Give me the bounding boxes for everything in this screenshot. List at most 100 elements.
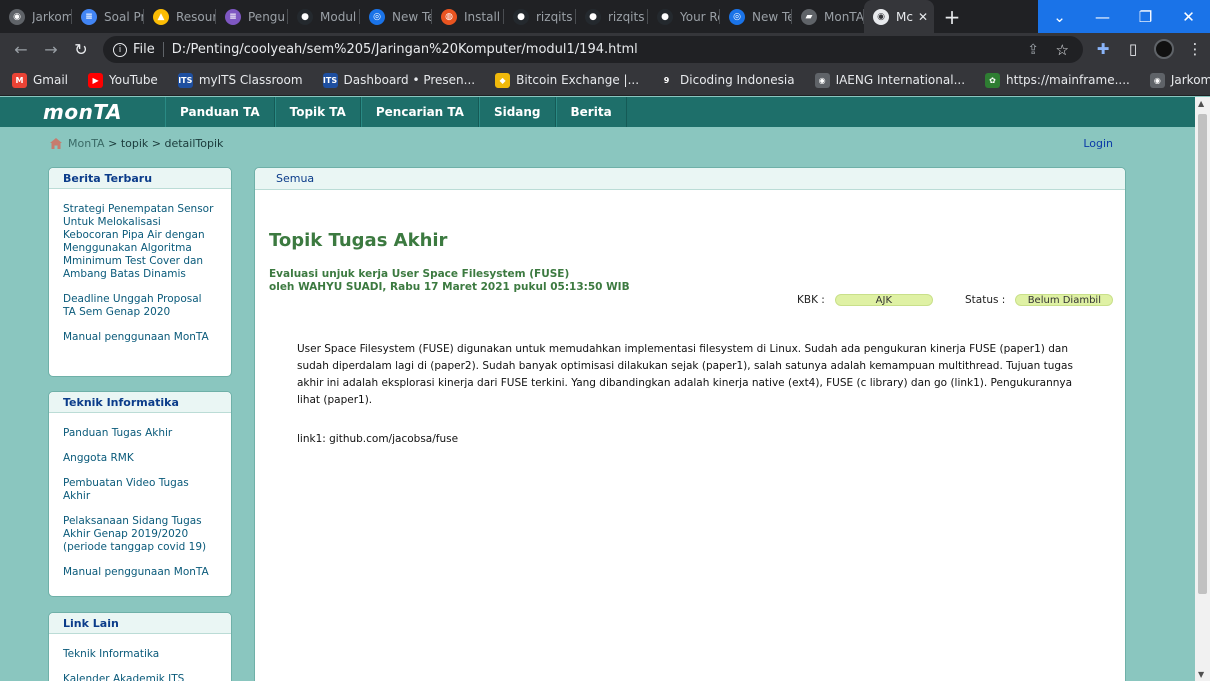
reload-icon[interactable]: ↻ <box>66 40 96 59</box>
tab-favicon-icon: ● <box>297 8 313 25</box>
omnibox[interactable]: i File D:/Penting/coolyeah/sem%205/Jarin… <box>103 36 1083 63</box>
browser-tab[interactable]: ● Your Re <box>648 0 720 33</box>
bookmark-item[interactable]: ITS myITS Classroom <box>177 72 303 88</box>
breadcrumb-home[interactable]: MonTA <box>68 137 105 150</box>
browser-tab[interactable]: ● Modul <box>288 0 360 33</box>
tab-title: New Te <box>392 9 432 24</box>
sidebar-link[interactable]: Teknik Informatika <box>63 648 217 661</box>
globe-icon: ◉ <box>873 8 889 25</box>
nav-item[interactable]: Pencarian TA <box>360 97 479 127</box>
profile-avatar-icon[interactable] <box>1154 39 1174 59</box>
sidebar-box: Link Lain Teknik Informatika Kalender Akad… <box>48 612 232 681</box>
bookmark-favicon-icon: ◉ <box>814 72 830 88</box>
page-scrollbar[interactable]: ▲ ▼ <box>1195 97 1210 681</box>
browser-tab[interactable]: ◎ New Te <box>720 0 792 33</box>
browser-tab[interactable]: ● rizqits <box>504 0 576 33</box>
side-panel-icon[interactable]: ▯ <box>1118 40 1148 58</box>
bookmark-item[interactable]: ◆ Bitcoin Exchange |... <box>495 72 639 88</box>
scroll-up-icon[interactable]: ▲ <box>1198 99 1204 108</box>
status-label: Status : <box>965 294 1006 306</box>
new-tab-button[interactable]: + <box>938 5 966 29</box>
sidebar-box: Teknik Informatika Panduan Tugas Akhir Ang… <box>48 391 232 597</box>
bookmark-item[interactable]: ✿ https://mainframe.... <box>985 72 1130 88</box>
tab-title: MonTA <box>824 9 864 24</box>
browser-tab[interactable]: ≡ Soal Pr <box>72 0 144 33</box>
bookmark-label: Dicoding Indonesia <box>680 73 795 87</box>
browser-tab[interactable]: ▰ MonTA <box>792 0 864 33</box>
sidebar-link[interactable]: Pembuatan Video Tugas Akhir <box>63 477 217 503</box>
tab-favicon-icon: ≡ <box>225 8 241 25</box>
bookmark-item[interactable]: ▶ YouTube <box>88 72 158 88</box>
nav-item[interactable]: Panduan TA <box>165 97 275 127</box>
browser-tab[interactable]: ◉ Jarkom <box>0 0 72 33</box>
tab-title: Pengu <box>248 9 286 24</box>
browser-tab[interactable]: ● rizqits <box>576 0 648 33</box>
nav-item[interactable]: Sidang <box>478 97 556 127</box>
reference-link: link1: github.com/jacobsa/fuse <box>297 433 459 445</box>
bookmark-item[interactable]: M Gmail <box>12 72 68 88</box>
bookmark-star-icon[interactable]: ☆ <box>1056 41 1069 59</box>
nav-item[interactable]: Berita <box>555 97 627 127</box>
bookmark-favicon-icon: ◉ <box>1149 72 1165 88</box>
kebab-menu-icon[interactable]: ⋮ <box>1180 40 1210 58</box>
topic-header: Evaluasi unjuk kerja User Space Filesyst… <box>269 268 630 294</box>
sidebar-link[interactable]: Anggota RMK <box>63 452 217 465</box>
bookmark-item[interactable]: 9 Dicoding Indonesia <box>659 72 795 88</box>
bookmark-label: https://mainframe.... <box>1006 73 1130 87</box>
scrollbar-thumb[interactable] <box>1198 114 1207 594</box>
sidebar-link[interactable]: Deadline Unggah Proposal TA Sem Genap 20… <box>63 293 217 319</box>
sidebar-link[interactable]: Manual penggunaan MonTA <box>63 566 217 579</box>
tab-favicon-icon: ◉ <box>9 8 25 25</box>
sidebar-link[interactable]: Panduan Tugas Akhir <box>63 427 217 440</box>
minimize-button[interactable]: — <box>1081 0 1124 33</box>
sidebar-link[interactable]: Kalender Akademik ITS <box>63 673 217 681</box>
tab-active[interactable]: ◉ Mc ✕ <box>864 0 934 33</box>
sidebar-box-title: Link Lain <box>49 613 231 634</box>
nav-item[interactable]: Topik TA <box>274 97 361 127</box>
tab-title: Modul <box>320 9 357 24</box>
window-controls: ⌄ — ❐ ✕ <box>1038 0 1210 33</box>
sidebar-box-title: Berita Terbaru <box>49 168 231 189</box>
close-window-button[interactable]: ✕ <box>1167 0 1210 33</box>
forward-icon[interactable]: → <box>36 40 66 59</box>
breadcrumb-separator: > <box>104 137 121 150</box>
info-icon[interactable]: i <box>113 42 127 57</box>
bookmark-item[interactable]: ITS Dashboard • Presen... <box>322 72 476 88</box>
browser-tab[interactable]: ▲ Resour <box>144 0 216 33</box>
sidebar-link-list: Strategi Penempatan Sensor Untuk Melokal… <box>49 189 231 366</box>
kbk-field: KBK : AJK <box>797 294 933 306</box>
extensions-icon[interactable]: ✚ <box>1088 40 1118 58</box>
restore-button[interactable]: ❐ <box>1124 0 1167 33</box>
nav-menu: Panduan TA Topik TA Pencarian TA Sidang Beri… <box>165 97 627 127</box>
bookmark-label: Dashboard • Presen... <box>343 73 476 87</box>
sidebar-box-title: Teknik Informatika <box>49 392 231 413</box>
browser-tab-strip: ◉ Jarkom ≡ Soal Pr ▲ Resour ≡ Pengu ● Modul ◎ New T… <box>0 0 1210 33</box>
web-page: monTA Panduan TA Topik TA Pencarian TA Sida… <box>0 97 1195 681</box>
scroll-down-icon[interactable]: ▼ <box>1198 670 1204 679</box>
back-icon[interactable]: ← <box>6 40 36 59</box>
sidebar-link[interactable]: Pelaksanaan Sidang Tugas Akhir Genap 201… <box>63 515 217 554</box>
tab-favicon-icon: ◎ <box>729 8 745 25</box>
share-icon[interactable]: ⇪ <box>1027 42 1039 58</box>
breadcrumb-separator: > <box>148 137 165 150</box>
login-link[interactable]: Login <box>1083 137 1113 150</box>
topic-byline: oleh WAHYU SUADI, Rabu 17 Maret 2021 puk… <box>269 281 630 293</box>
breadcrumb-detail: detailTopik <box>164 137 224 150</box>
sidebar-link[interactable]: Strategi Penempatan Sensor Untuk Melokal… <box>63 203 217 281</box>
breadcrumb-topik[interactable]: topik <box>121 137 148 150</box>
toolbar-icons: ✚ ▯ ⋮ <box>1088 33 1210 65</box>
bookmark-favicon-icon: M <box>12 72 27 88</box>
bookmark-item[interactable]: ◉ IAENG International... <box>814 72 965 88</box>
close-tab-icon[interactable]: ✕ <box>918 10 928 24</box>
sidebar-link[interactable]: Manual penggunaan MonTA <box>63 331 217 344</box>
bookmark-item[interactable]: ◉ Jarkom 2022 <box>1149 72 1210 88</box>
browser-tab[interactable]: ◍ Install <box>432 0 504 33</box>
url-text[interactable]: D:/Penting/coolyeah/sem%205/Jaringan%20K… <box>172 42 638 57</box>
browser-tab[interactable]: ≡ Pengu <box>216 0 288 33</box>
tab-title: rizqits <box>608 9 645 24</box>
sidebar-link-list: Teknik Informatika Kalender Akademik ITS <box>49 634 231 681</box>
tab-search-icon[interactable]: ⌄ <box>1038 0 1081 33</box>
browser-tab[interactable]: ◎ New Te <box>360 0 432 33</box>
tab-semua[interactable]: Semua <box>255 168 1125 190</box>
site-logo[interactable]: monTA <box>0 100 165 124</box>
